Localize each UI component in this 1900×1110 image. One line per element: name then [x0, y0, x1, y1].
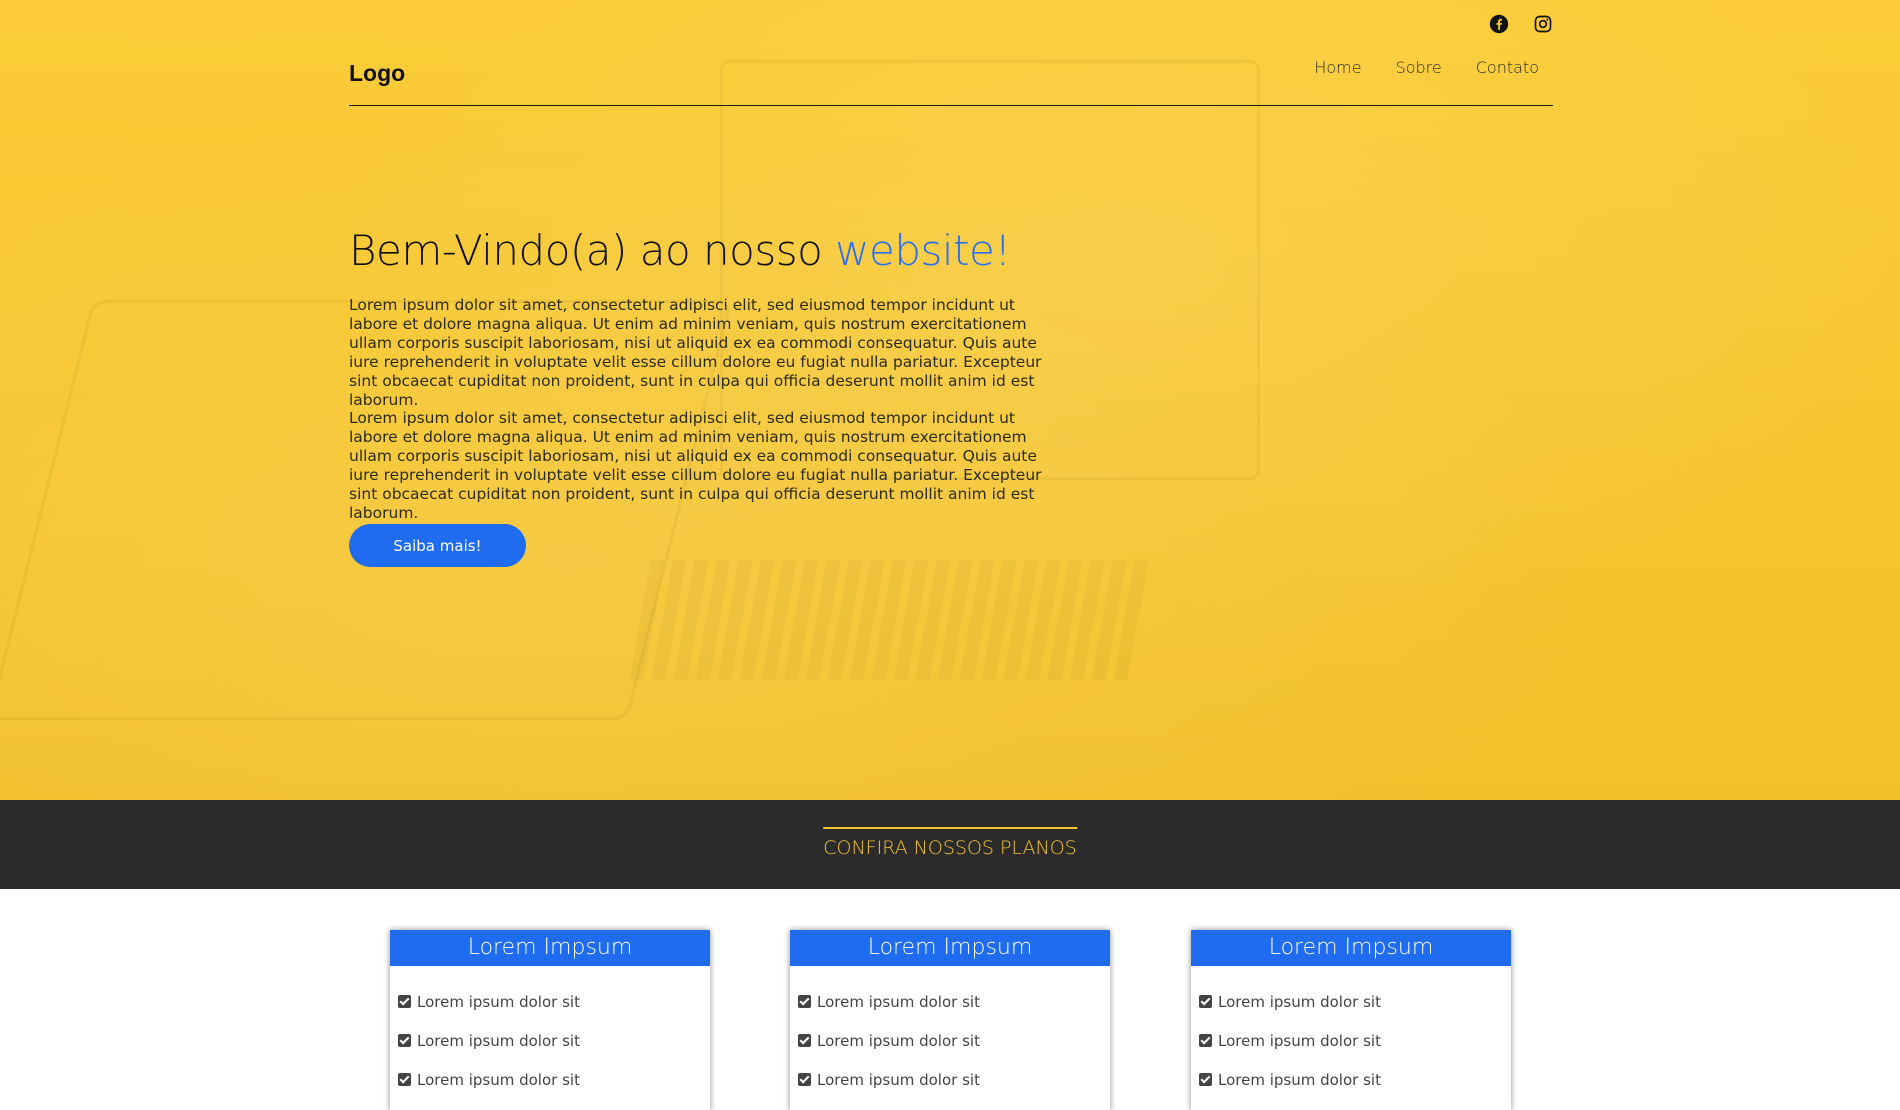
nav-item-sobre[interactable]: Sobre: [1396, 58, 1442, 77]
hero-section: Logo Home Sobre Contato Bem-Vindo(a) ao …: [0, 0, 1900, 800]
plan-card-title: Lorem Impsum: [1191, 930, 1511, 966]
plans-title: CONFIRA NOSSOS PLANOS: [823, 827, 1077, 859]
checkbox-icon: [1199, 1034, 1212, 1047]
plans-banner: CONFIRA NOSSOS PLANOS: [0, 800, 1900, 889]
nav-item-home[interactable]: Home: [1314, 58, 1361, 77]
hero-paragraph-1: Lorem ipsum dolor sit amet, consectetur …: [349, 296, 1042, 409]
plan-feature-text: Lorem ipsum dolor sit: [1218, 992, 1381, 1011]
checkbox-icon: [798, 1034, 811, 1047]
plan-feature-text: Lorem ipsum dolor sit: [417, 1031, 580, 1050]
plan-feature-item: Lorem ipsum dolor sit: [1199, 992, 1511, 1011]
checkbox-icon: [398, 995, 411, 1008]
logo[interactable]: Logo: [349, 60, 405, 87]
checkbox-icon: [398, 1034, 411, 1047]
facebook-icon: [1489, 14, 1509, 34]
plan-card: Lorem Impsum Lorem ipsum dolor sit Lorem…: [790, 930, 1110, 1110]
hero-title: Bem-Vindo(a) ao nosso website!: [349, 226, 1011, 275]
saiba-mais-button[interactable]: Saiba mais!: [349, 524, 526, 567]
main-nav: Home Sobre Contato: [1314, 58, 1539, 77]
background-keyboard-shape: [629, 560, 1151, 680]
site-header: Logo Home Sobre Contato: [349, 56, 1553, 106]
plan-feature-item: Lorem ipsum dolor sit: [398, 1031, 710, 1050]
hero-title-accent: website!: [835, 226, 1011, 275]
plan-feature-item: Lorem ipsum dolor sit: [798, 992, 1110, 1011]
plans-cards: Lorem Impsum Lorem ipsum dolor sit Lorem…: [0, 930, 1900, 1110]
plan-feature-list: Lorem ipsum dolor sit Lorem ipsum dolor …: [790, 966, 1110, 1089]
plan-feature-list: Lorem ipsum dolor sit Lorem ipsum dolor …: [390, 966, 710, 1089]
facebook-link[interactable]: [1489, 14, 1509, 34]
plan-feature-text: Lorem ipsum dolor sit: [817, 992, 980, 1011]
plan-feature-text: Lorem ipsum dolor sit: [817, 1031, 980, 1050]
instagram-icon: [1534, 15, 1552, 33]
plan-card: Lorem Impsum Lorem ipsum dolor sit Lorem…: [1191, 930, 1511, 1110]
checkbox-icon: [1199, 995, 1212, 1008]
checkbox-icon: [798, 995, 811, 1008]
plan-feature-list: Lorem ipsum dolor sit Lorem ipsum dolor …: [1191, 966, 1511, 1089]
plan-feature-text: Lorem ipsum dolor sit: [1218, 1031, 1381, 1050]
plan-feature-text: Lorem ipsum dolor sit: [417, 992, 580, 1011]
social-links: [1489, 14, 1553, 34]
plan-card-title: Lorem Impsum: [390, 930, 710, 966]
instagram-link[interactable]: [1533, 14, 1553, 34]
hero-title-main: Bem-Vindo(a) ao nosso: [349, 226, 836, 275]
plan-feature-item: Lorem ipsum dolor sit: [398, 992, 710, 1011]
hero-paragraph-2: Lorem ipsum dolor sit amet, consectetur …: [349, 409, 1042, 522]
plan-feature-item: Lorem ipsum dolor sit: [798, 1031, 1110, 1050]
plan-card-title: Lorem Impsum: [790, 930, 1110, 966]
plan-card: Lorem Impsum Lorem ipsum dolor sit Lorem…: [390, 930, 710, 1110]
nav-item-contato[interactable]: Contato: [1476, 58, 1539, 77]
plan-feature-item: Lorem ipsum dolor sit: [1199, 1031, 1511, 1050]
